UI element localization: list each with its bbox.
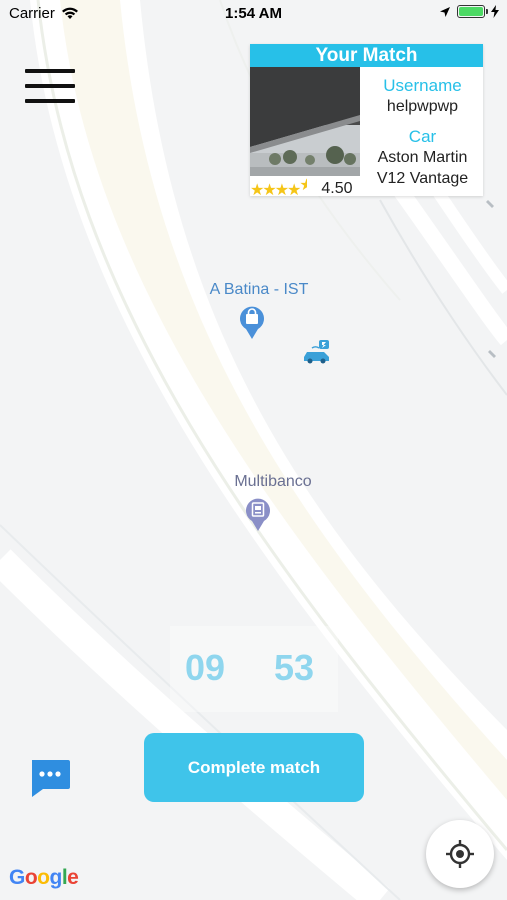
my-location-button[interactable] [426,820,494,888]
timer-minutes: 09 [185,647,226,688]
match-card-title: Your Match [250,44,483,67]
charging-bolt-icon [491,5,499,18]
crosshair-icon [446,840,474,868]
match-card[interactable]: Your Match Username helpwpwp Car Aston M… [250,44,483,199]
poi-batina-ist[interactable]: A Batina - IST [200,281,318,344]
shopping-bag-pin-icon [240,306,264,339]
username-value: helpwpwp [386,98,459,115]
rating-value: 4.50 [321,179,353,197]
rating-row: ★★★★★ 4.50 [250,177,353,200]
car-label: Car [408,127,437,146]
car-model-line2: V12 Vantage [376,170,469,187]
google-logo: Google [9,866,79,889]
match-info: Username helpwpwp Car Aston Martin V12 V… [362,76,483,189]
username-label: Username [383,76,462,95]
poi-label: A Batina - IST [209,281,309,298]
status-bar: Carrier 1:54 AM [0,0,507,28]
atm-pin-icon [246,498,270,531]
battery-icon [457,5,488,18]
countdown-timer: 09 53 [170,626,338,712]
complete-match-button[interactable]: Complete match [144,733,364,802]
chat-icon[interactable] [29,758,71,798]
poi-label: Multibanco [234,473,312,490]
timer-seconds: 53 [274,647,315,688]
poi-multibanco[interactable]: Multibanco [218,473,328,536]
nearby-car-icon[interactable] [302,340,332,364]
status-right [439,5,499,18]
status-time: 1:54 AM [225,5,282,22]
hamburger-menu-icon[interactable] [25,69,75,105]
rating-stars-icon: ★★★★★ [250,177,308,199]
match-car-photo [250,67,360,176]
car-model-line1: Aston Martin [377,149,468,166]
location-arrow-icon [440,6,450,17]
